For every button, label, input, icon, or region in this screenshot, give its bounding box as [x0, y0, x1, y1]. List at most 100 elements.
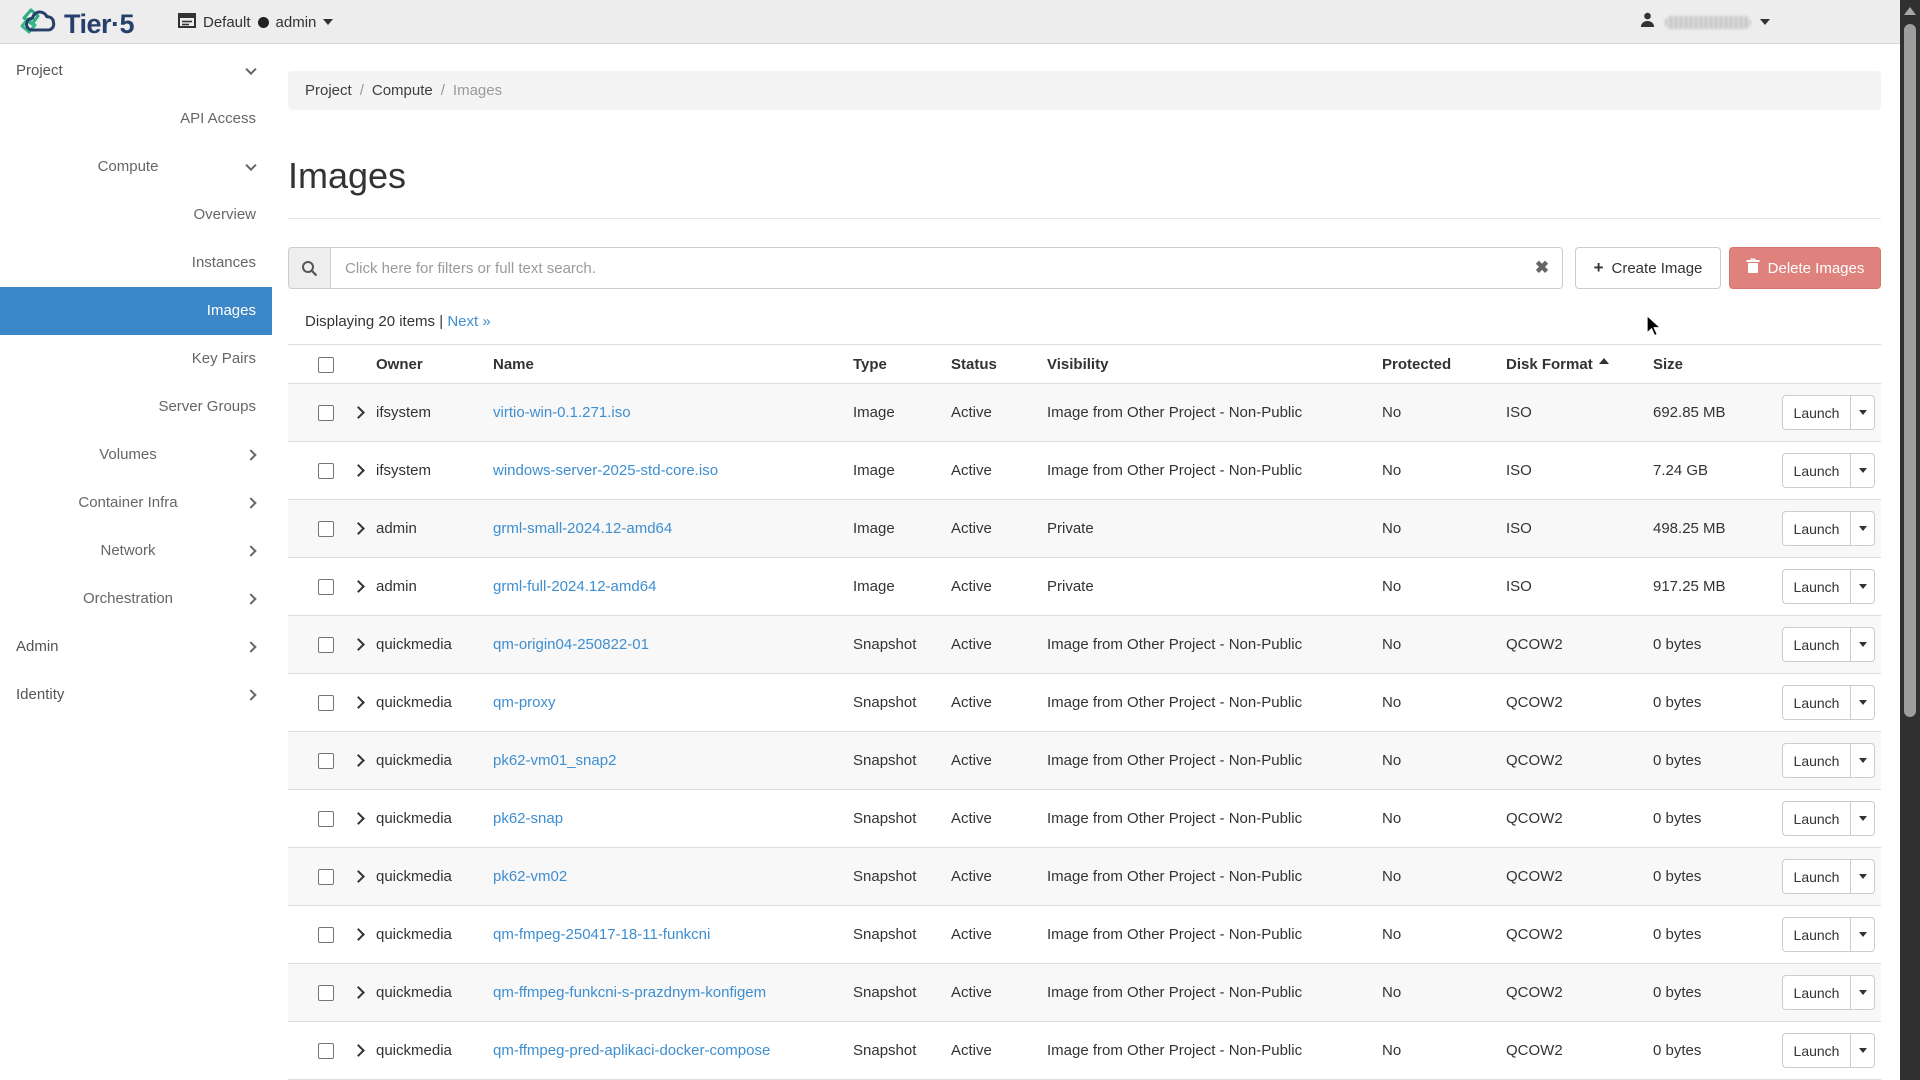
launch-dropdown-toggle[interactable]: [1850, 743, 1875, 778]
sidebar-item-orchestration[interactable]: Orchestration: [0, 575, 272, 623]
image-name-link[interactable]: windows-server-2025-std-core.iso: [493, 462, 718, 479]
image-name-link[interactable]: pk62-vm02: [493, 868, 567, 885]
launch-button[interactable]: Launch: [1782, 627, 1850, 662]
launch-button[interactable]: Launch: [1782, 395, 1850, 430]
launch-button[interactable]: Launch: [1782, 801, 1850, 836]
launch-button[interactable]: Launch: [1782, 453, 1850, 488]
row-checkbox[interactable]: [318, 753, 334, 769]
sidebar-item-server-groups[interactable]: Server Groups: [0, 383, 272, 431]
select-all-checkbox[interactable]: [318, 357, 334, 373]
image-name-link[interactable]: grml-small-2024.12-amd64: [493, 520, 672, 537]
expand-row-icon[interactable]: [352, 812, 365, 825]
type-cell: Snapshot: [847, 984, 945, 1001]
launch-dropdown-toggle[interactable]: [1850, 395, 1875, 430]
expand-row-icon[interactable]: [352, 464, 365, 477]
breadcrumb-link-project[interactable]: Project: [305, 82, 352, 99]
col-header-size[interactable]: Size: [1647, 356, 1759, 373]
user-menu[interactable]: [1639, 0, 1770, 44]
sidebar-item-overview[interactable]: Overview: [0, 191, 272, 239]
row-checkbox[interactable]: [318, 463, 334, 479]
image-name-link[interactable]: qm-ffmpeg-funkcni-s-prazdnym-konfigem: [493, 984, 766, 1001]
image-name-link[interactable]: pk62-vm01_snap2: [493, 752, 616, 769]
image-name-link[interactable]: qm-fmpeg-250417-18-11-funkcni: [493, 926, 710, 943]
expand-row-icon[interactable]: [352, 928, 365, 941]
launch-button[interactable]: Launch: [1782, 975, 1850, 1010]
col-header-protected[interactable]: Protected: [1376, 356, 1500, 373]
row-checkbox[interactable]: [318, 521, 334, 537]
delete-images-button[interactable]: Delete Images: [1729, 247, 1881, 289]
row-checkbox[interactable]: [318, 811, 334, 827]
sidebar-item-volumes[interactable]: Volumes: [0, 431, 272, 479]
col-header-disk-format[interactable]: Disk Format: [1500, 356, 1647, 373]
launch-button[interactable]: Launch: [1782, 569, 1850, 604]
row-checkbox[interactable]: [318, 985, 334, 1001]
context-switcher[interactable]: Default admin: [178, 0, 333, 44]
col-header-owner[interactable]: Owner: [370, 356, 487, 373]
launch-dropdown-toggle[interactable]: [1850, 627, 1875, 662]
row-checkbox[interactable]: [318, 927, 334, 943]
launch-split-button: Launch: [1782, 511, 1875, 546]
launch-dropdown-toggle[interactable]: [1850, 453, 1875, 488]
expand-row-icon[interactable]: [352, 406, 365, 419]
launch-dropdown-toggle[interactable]: [1850, 917, 1875, 952]
launch-dropdown-toggle[interactable]: [1850, 975, 1875, 1010]
expand-row-icon[interactable]: [352, 754, 365, 767]
expand-row-icon[interactable]: [352, 638, 365, 651]
expand-row-icon[interactable]: [352, 522, 365, 535]
expand-row-icon[interactable]: [352, 1044, 365, 1057]
disk-format-cell: QCOW2: [1500, 1042, 1647, 1059]
row-checkbox[interactable]: [318, 405, 334, 421]
sidebar-item-images[interactable]: Images: [0, 287, 272, 335]
launch-button[interactable]: Launch: [1782, 859, 1850, 894]
launch-button[interactable]: Launch: [1782, 743, 1850, 778]
search-clear-button[interactable]: ✖: [1522, 248, 1562, 288]
image-name-link[interactable]: qm-origin04-250822-01: [493, 636, 649, 653]
expand-row-icon[interactable]: [352, 870, 365, 883]
breadcrumb-link-compute[interactable]: Compute: [372, 82, 433, 99]
launch-dropdown-toggle[interactable]: [1850, 801, 1875, 836]
launch-dropdown-toggle[interactable]: [1850, 569, 1875, 604]
launch-dropdown-toggle[interactable]: [1850, 1033, 1875, 1068]
sidebar-item-api-access[interactable]: API Access: [0, 95, 272, 143]
image-name-link[interactable]: virtio-win-0.1.271.iso: [493, 404, 631, 421]
col-header-status[interactable]: Status: [945, 356, 1041, 373]
vertical-scrollbar[interactable]: [1900, 0, 1920, 1080]
col-header-type[interactable]: Type: [847, 356, 945, 373]
sidebar-item-network[interactable]: Network: [0, 527, 272, 575]
sidebar-item-key-pairs[interactable]: Key Pairs: [0, 335, 272, 383]
expand-row-icon[interactable]: [352, 696, 365, 709]
sidebar-item-project[interactable]: Project: [0, 47, 272, 95]
launch-dropdown-toggle[interactable]: [1850, 685, 1875, 720]
expand-row-icon[interactable]: [352, 580, 365, 593]
launch-button[interactable]: Launch: [1782, 1033, 1850, 1068]
launch-button[interactable]: Launch: [1782, 511, 1850, 546]
brand-logo[interactable]: Tier·5: [18, 4, 134, 45]
image-name-link[interactable]: pk62-snap: [493, 810, 563, 827]
sidebar-item-instances[interactable]: Instances: [0, 239, 272, 287]
row-checkbox[interactable]: [318, 695, 334, 711]
scrollbar-up-arrow-icon[interactable]: [1904, 7, 1916, 15]
launch-dropdown-toggle[interactable]: [1850, 859, 1875, 894]
launch-button[interactable]: Launch: [1782, 917, 1850, 952]
row-checkbox[interactable]: [318, 869, 334, 885]
row-checkbox[interactable]: [318, 637, 334, 653]
scrollbar-thumb[interactable]: [1904, 24, 1916, 717]
launch-dropdown-toggle[interactable]: [1850, 511, 1875, 546]
expand-row-icon[interactable]: [352, 986, 365, 999]
next-page-link[interactable]: Next »: [447, 313, 490, 330]
search-input[interactable]: [331, 248, 1522, 288]
col-header-visibility[interactable]: Visibility: [1041, 356, 1376, 373]
sidebar-item-identity[interactable]: Identity: [0, 671, 272, 719]
sidebar-item-container-infra[interactable]: Container Infra: [0, 479, 272, 527]
visibility-cell: Private: [1041, 578, 1376, 595]
row-checkbox[interactable]: [318, 579, 334, 595]
image-name-link[interactable]: qm-ffmpeg-pred-aplikaci-docker-compose: [493, 1042, 770, 1059]
sidebar-item-compute[interactable]: Compute: [0, 143, 272, 191]
sidebar-item-admin[interactable]: Admin: [0, 623, 272, 671]
launch-button[interactable]: Launch: [1782, 685, 1850, 720]
image-name-link[interactable]: qm-proxy: [493, 694, 556, 711]
row-checkbox[interactable]: [318, 1043, 334, 1059]
create-image-button[interactable]: + Create Image: [1575, 247, 1721, 289]
image-name-link[interactable]: grml-full-2024.12-amd64: [493, 578, 656, 595]
col-header-name[interactable]: Name: [487, 356, 847, 373]
